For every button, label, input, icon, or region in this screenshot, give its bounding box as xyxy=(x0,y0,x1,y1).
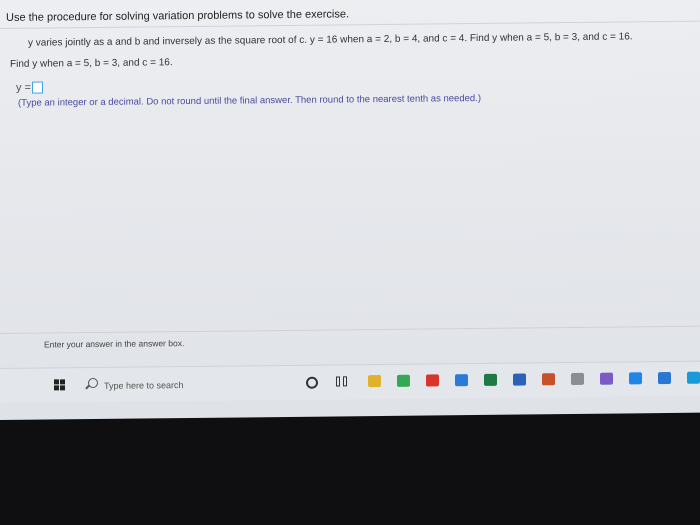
excel-icon[interactable] xyxy=(484,373,497,386)
edge-icon[interactable] xyxy=(687,371,700,384)
answer-hint: (Type an integer or a decimal. Do not ro… xyxy=(18,92,481,109)
search-icon[interactable] xyxy=(88,377,98,389)
status-message: Enter your answer in the answer box. xyxy=(44,338,185,350)
mail-icon[interactable] xyxy=(455,374,468,387)
find-statement: Find y when a = 5, b = 3, and c = 16. xyxy=(10,57,173,70)
taskbar-search-input[interactable]: Type here to search xyxy=(104,380,184,391)
dropbox-icon[interactable] xyxy=(629,372,642,385)
cortana-icon[interactable] xyxy=(306,376,318,389)
onedrive-icon[interactable] xyxy=(658,371,671,385)
answer-prefix: y = xyxy=(16,81,31,94)
powerpoint-icon[interactable] xyxy=(542,373,555,386)
word-icon[interactable] xyxy=(513,373,526,386)
chrome-icon[interactable] xyxy=(397,374,410,387)
file-explorer-icon[interactable] xyxy=(368,375,381,388)
footer-divider xyxy=(0,325,700,334)
problem-statement: y varies jointly as a and b and inversel… xyxy=(28,31,633,49)
answer-row: y = xyxy=(16,81,43,94)
answer-input[interactable] xyxy=(31,81,43,94)
acrobat-icon[interactable] xyxy=(426,374,439,387)
exercise-panel: Use the procedure for solving variation … xyxy=(0,0,700,360)
windows-start-icon[interactable] xyxy=(54,379,65,391)
screen: Use the procedure for solving variation … xyxy=(0,0,700,421)
instruction-text: Use the procedure for solving variation … xyxy=(6,8,350,24)
extra-icon[interactable] xyxy=(600,372,613,385)
taskbar: Type here to search xyxy=(0,360,700,403)
task-view-icon[interactable] xyxy=(336,376,348,386)
app-icon[interactable] xyxy=(571,372,584,386)
